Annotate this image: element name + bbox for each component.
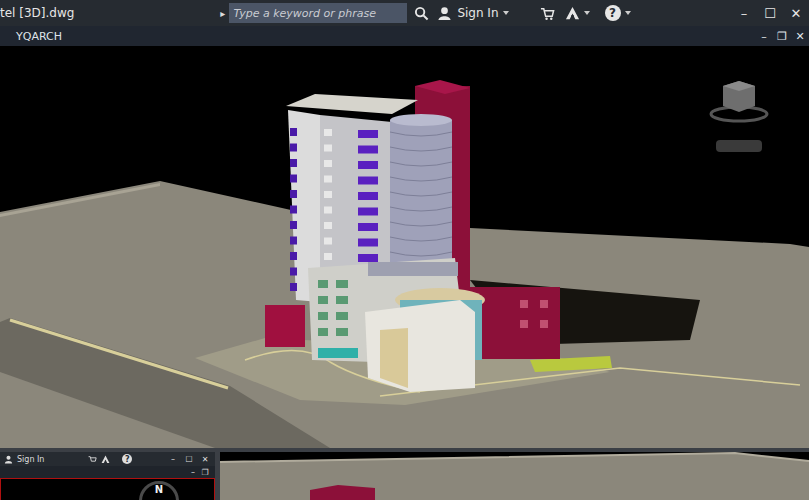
user-icon[interactable] (437, 6, 452, 21)
cart-icon[interactable] (540, 6, 555, 21)
document-control[interactable]: ❐ (199, 468, 211, 477)
autodesk-app-icon[interactable] (565, 6, 580, 21)
help-button[interactable]: ? (605, 5, 621, 21)
compass[interactable]: N (139, 481, 179, 500)
sign-in-button[interactable]: Sign In (457, 6, 498, 20)
window-control[interactable]: – (167, 455, 179, 464)
search-icon[interactable] (414, 6, 429, 21)
document-control[interactable]: ❐ (773, 30, 791, 43)
window-control[interactable]: ☐ (183, 455, 195, 464)
document-tab[interactable]: YQARCH (16, 30, 62, 43)
search-field[interactable]: Type a keyword or phrase (229, 3, 407, 23)
autocad-window: tel [3D].dwg ▸ Type a keyword or phrase Sig… (0, 0, 809, 500)
compass-north-label: N (155, 485, 163, 500)
window-control[interactable]: ☐ (757, 6, 783, 21)
viewcube[interactable] (709, 76, 769, 152)
autodesk-app-icon[interactable] (101, 455, 110, 464)
sign-in-button[interactable]: Sign In (17, 455, 44, 464)
sign-in-dropdown-icon[interactable] (502, 9, 510, 17)
help-dropdown-icon[interactable] (624, 9, 632, 17)
secondary-viewport[interactable] (220, 452, 809, 500)
help-button[interactable]: ? (122, 454, 132, 464)
document-control[interactable]: ✕ (791, 30, 809, 43)
document-control[interactable]: – (187, 468, 199, 477)
wcs-menu[interactable] (716, 140, 762, 152)
viewcube-icon[interactable] (709, 76, 769, 126)
app-dropdown-icon[interactable] (583, 9, 591, 17)
document-tab-bar: YQARCH –❐✕ (0, 26, 809, 46)
window-control[interactable]: – (731, 6, 757, 21)
cart-icon[interactable] (88, 455, 97, 464)
window-control[interactable]: ✕ (783, 6, 809, 21)
search-placeholder: Type a keyword or phrase (233, 7, 376, 20)
secondary-document-bar: –❐ (0, 466, 215, 478)
building-3d-model (220, 452, 809, 500)
user-icon[interactable] (4, 455, 13, 464)
window-title: tel [3D].dwg (0, 6, 74, 20)
secondary-title-bar: Sign In? –☐ ✕ (0, 452, 215, 466)
secondary-viewport[interactable]: N (0, 478, 215, 500)
document-control[interactable]: – (755, 30, 773, 43)
building-3d-model (0, 46, 809, 448)
title-bar: tel [3D].dwg ▸ Type a keyword or phrase Sig… (0, 0, 809, 26)
lower-area: Sign In?–☐✕–❐N (0, 452, 809, 500)
search-expander[interactable]: ▸ (220, 8, 225, 19)
secondary-window: Sign In?–☐✕–❐N (0, 452, 215, 500)
window-control[interactable]: ✕ (199, 455, 211, 464)
model-viewport[interactable] (0, 46, 809, 448)
